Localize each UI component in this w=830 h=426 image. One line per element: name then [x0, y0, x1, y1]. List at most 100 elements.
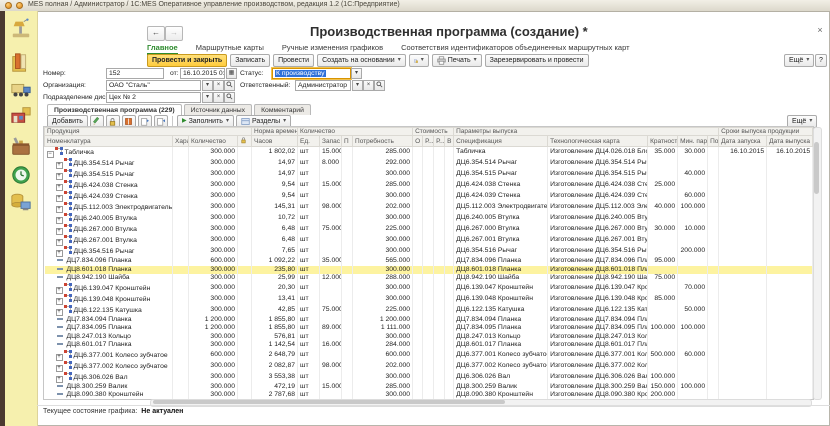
create-based-on-button[interactable]: Создать на основании: [317, 54, 406, 67]
col-specification[interactable]: Спецификация: [454, 136, 548, 147]
horizontal-scrollbar-handle[interactable]: [153, 400, 505, 404]
dispatcher-dept-field[interactable]: Цех № 2: [106, 92, 201, 103]
tab-comment[interactable]: Комментарий: [254, 104, 311, 115]
help-button[interactable]: ?: [815, 54, 827, 67]
print-button[interactable]: Печать: [432, 54, 482, 67]
table-row[interactable]: ДЦ8.300.259 Валик300.000472,19шт15.00028…: [45, 383, 813, 392]
reserve-and-post-button[interactable]: Зарезервировать и провести: [485, 54, 589, 67]
col-multiplicity[interactable]: Кратность: [648, 136, 678, 147]
vertical-scrollbar-handle[interactable]: [814, 142, 819, 194]
table-row[interactable]: ДЦ7.834.094 Планка1 200.0001 855,80шт1 2…: [45, 316, 813, 325]
table-row[interactable]: ДЦ8.942.190 Шайба300.00025,99шт12.000288…: [45, 274, 813, 283]
table-row[interactable]: −Табличка300.0001 802,02шт15.000285.000Т…: [45, 147, 813, 159]
lamp-icon[interactable]: [10, 18, 32, 40]
org-open-icon[interactable]: [224, 80, 235, 91]
table-row[interactable]: +ДЦ6.122.135 Катушка300.00042,85шт75.000…: [45, 305, 813, 316]
table-row[interactable]: ДЦ7.834.096 Планка600.0001 092,22шт35.00…: [45, 257, 813, 266]
calendar-icon[interactable]: ▦: [226, 68, 237, 79]
tree-expander-icon[interactable]: +: [56, 298, 63, 305]
col-finish-date[interactable]: Дата выпуска: [767, 136, 813, 147]
table-row[interactable]: +ДЦ5.112.003 Электродвигатель300.000145,…: [45, 202, 813, 213]
organization-field[interactable]: ОАО "Сталь": [106, 80, 201, 91]
col-nomenclature[interactable]: Номенклатура: [45, 136, 173, 147]
tree-expander-icon[interactable]: +: [56, 376, 63, 383]
tree-expander-icon[interactable]: +: [56, 195, 63, 202]
date-field[interactable]: 16.10.2015 0:00:00: [180, 68, 225, 79]
vertical-scrollbar[interactable]: [813, 127, 822, 400]
col-po[interactable]: По...: [708, 136, 719, 147]
resp-clear-icon[interactable]: ×: [363, 80, 374, 91]
toolbox-icon[interactable]: [10, 136, 32, 158]
table-row[interactable]: +ДЦ6.424.039 Стенка300.0009,54шт300.000Д…: [45, 191, 813, 202]
org-dropdown-icon[interactable]: ▾: [202, 80, 213, 91]
tab-data-source[interactable]: Источник данных: [184, 104, 252, 115]
page-more-button[interactable]: Ещё: [784, 54, 814, 67]
col-v[interactable]: В: [445, 136, 454, 147]
table-row[interactable]: +ДЦ6.354.514 Рычаг300.00014,97шт8.000292…: [45, 158, 813, 169]
col-quantity[interactable]: Количество: [189, 136, 238, 147]
table-row[interactable]: ДЦ8.601.018 Планка300.000235,80шт300.000…: [45, 266, 813, 275]
tree-expander-icon[interactable]: +: [56, 206, 63, 213]
table-row[interactable]: +ДЦ6.139.048 Кронштейн300.00013,41шт300.…: [45, 294, 813, 305]
window-button-icon[interactable]: [16, 2, 23, 9]
table-row[interactable]: ДЦ7.834.095 Планка1 200.0001 855,80шт89.…: [45, 324, 813, 333]
tree-expander-icon[interactable]: −: [47, 151, 54, 158]
number-field[interactable]: 152: [106, 68, 164, 79]
dept-dropdown-icon[interactable]: ▾: [202, 92, 213, 103]
write-button[interactable]: Записать: [230, 54, 270, 67]
table-row[interactable]: +ДЦ6.424.038 Стенка300.0009,54шт15.00028…: [45, 180, 813, 191]
tree-expander-icon[interactable]: +: [56, 287, 63, 294]
col-start-date[interactable]: Дата запуска: [719, 136, 767, 147]
table-row[interactable]: ДЦ8.601.017 Планка300.0001 142,54шт16.00…: [45, 341, 813, 350]
col-tech-card[interactable]: Технологическая карта: [548, 136, 648, 147]
table-row[interactable]: +ДЦ6.377.002 Колесо зубчатое300.0002 082…: [45, 361, 813, 372]
status-field[interactable]: К производству: [272, 68, 351, 79]
workshop-icon[interactable]: [10, 104, 32, 126]
tree-expander-icon[interactable]: +: [56, 309, 63, 316]
tree-expander-icon[interactable]: +: [56, 365, 63, 372]
lock-icon[interactable]: [238, 136, 252, 147]
dept-clear-icon[interactable]: ×: [213, 92, 224, 103]
dept-open-icon[interactable]: [224, 92, 235, 103]
tree-expander-icon[interactable]: +: [56, 239, 63, 246]
status-dropdown-icon[interactable]: ▾: [351, 68, 362, 79]
table-row[interactable]: +ДЦ6.267.001 Втулка300.0006,48шт300.000Д…: [45, 235, 813, 246]
col-p[interactable]: П: [342, 136, 353, 147]
col-o[interactable]: О: [413, 136, 423, 147]
col-unit[interactable]: Ед.: [298, 136, 320, 147]
resp-dropdown-icon[interactable]: ▾: [352, 80, 363, 91]
col-r1[interactable]: Р...: [423, 136, 434, 147]
post-button[interactable]: Провести: [273, 54, 314, 67]
tree-expander-icon[interactable]: +: [56, 250, 63, 257]
table-row[interactable]: +ДЦ6.354.515 Рычаг300.00014,97шт300.000Д…: [45, 169, 813, 180]
org-clear-icon[interactable]: ×: [213, 80, 224, 91]
forward-arrow-icon[interactable]: →: [165, 26, 183, 41]
tree-expander-icon[interactable]: +: [56, 354, 63, 361]
table-row[interactable]: +ДЦ6.139.047 Кронштейн300.00020,30шт300.…: [45, 283, 813, 294]
tree-expander-icon[interactable]: +: [56, 162, 63, 169]
clock-icon[interactable]: [10, 164, 32, 186]
col-characteristic[interactable]: Характ...: [173, 136, 189, 147]
tree-expander-icon[interactable]: +: [56, 217, 63, 224]
col-r2[interactable]: Р...: [434, 136, 445, 147]
col-stock[interactable]: Запас: [320, 136, 342, 147]
table-row[interactable]: ДЦ8.247.013 Кольцо300.000576,81шт300.000…: [45, 333, 813, 342]
window-button-icon[interactable]: [5, 2, 12, 9]
col-hours[interactable]: Часов: [252, 136, 298, 147]
back-arrow-icon[interactable]: ←: [147, 26, 165, 41]
tree-expander-icon[interactable]: +: [56, 228, 63, 235]
table-row[interactable]: +ДЦ6.354.516 Рычаг300.0007,65шт300.000ДЦ…: [45, 246, 813, 257]
table-row[interactable]: +ДЦ6.267.000 Втулка300.0006,48шт75.00022…: [45, 224, 813, 235]
table-row[interactable]: +ДЦ6.240.005 Втулка300.00010,72шт300.000…: [45, 213, 813, 224]
close-icon[interactable]: ×: [814, 24, 826, 36]
database-icon[interactable]: [10, 191, 32, 213]
col-demand[interactable]: Потребность: [353, 136, 413, 147]
books-icon[interactable]: [10, 52, 32, 74]
truck-icon[interactable]: [10, 78, 32, 100]
responsible-field[interactable]: Администратор: [295, 80, 351, 91]
post-and-close-button[interactable]: Провести и закрыть: [147, 54, 227, 67]
table-row[interactable]: +ДЦ6.306.026 Вал300.0003 553,38шт300.000…: [45, 372, 813, 383]
tab-production-program[interactable]: Производственная программа (229): [47, 104, 182, 115]
resp-open-icon[interactable]: [374, 80, 385, 91]
tree-expander-icon[interactable]: +: [56, 184, 63, 191]
